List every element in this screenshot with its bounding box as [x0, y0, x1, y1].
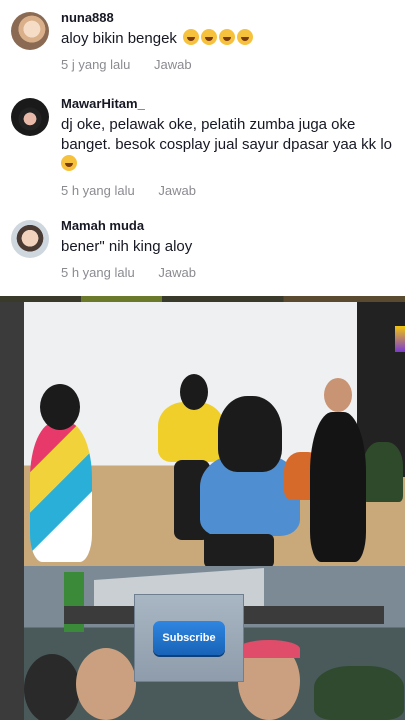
channel-logo-icon: [395, 326, 405, 352]
comment-time: 5 h yang lalu: [61, 265, 135, 280]
person-head: [76, 648, 136, 720]
comment-text: aloy bikin bengek: [61, 29, 399, 49]
comment-text-content: aloy bikin bengek: [61, 30, 177, 47]
laughing-emoji-icon: [183, 29, 200, 45]
laughing-emoji-icon: [219, 29, 236, 45]
video-player[interactable]: Subscribe: [0, 296, 405, 720]
plants: [314, 666, 404, 720]
comment-meta: 5 j yang lalu Jawab: [61, 57, 399, 73]
dancer-figure: [158, 402, 224, 462]
video-frame-dance: [24, 302, 405, 566]
dancer-head: [218, 396, 282, 472]
avatar[interactable]: [11, 98, 49, 136]
comment-meta: 5 h yang lalu Jawab: [61, 265, 399, 281]
dancer-head: [324, 378, 352, 412]
avatar[interactable]: [11, 12, 49, 50]
dancer-legs: [204, 534, 274, 566]
comments-list: nuna888 aloy bikin bengek 5 j yang lalu …: [0, 0, 405, 296]
comment-time: 5 j yang lalu: [61, 57, 131, 72]
comment-text: dj oke, pelawak oke, pelatih zumba juga …: [61, 115, 405, 175]
reply-button[interactable]: Jawab: [158, 183, 196, 199]
subscribe-button[interactable]: Subscribe: [153, 621, 225, 655]
dancer-figure: [310, 412, 366, 562]
dancer-head: [180, 374, 208, 410]
reply-button[interactable]: Jawab: [158, 265, 196, 281]
avatar[interactable]: [11, 220, 49, 258]
comment-time: 5 h yang lalu: [61, 183, 135, 198]
comment-text: bener" nih king aloy: [61, 237, 399, 257]
comment-text-content: dj oke, pelawak oke, pelatih zumba juga …: [61, 116, 393, 153]
smiling-emoji-icon: [61, 155, 77, 171]
plant-decoration: [363, 442, 403, 502]
comment-text-content: bener" nih king aloy: [61, 238, 193, 255]
video-left-edge: [0, 302, 24, 720]
dancer-figure: [30, 422, 92, 562]
comment-author[interactable]: MawarHitam_: [61, 96, 399, 112]
person-head: [24, 654, 80, 720]
comment-meta: 5 h yang lalu Jawab: [61, 183, 399, 199]
colored-hair: [238, 640, 300, 658]
laughing-emoji-icon: [201, 29, 218, 45]
subscribe-overlay: Subscribe: [134, 594, 244, 682]
comment-author[interactable]: nuna888: [61, 10, 399, 26]
dancer-head: [40, 384, 80, 430]
reply-button[interactable]: Jawab: [154, 57, 192, 73]
comment-author[interactable]: Mamah muda: [61, 218, 399, 234]
rofl-emoji-icon: [237, 29, 254, 45]
